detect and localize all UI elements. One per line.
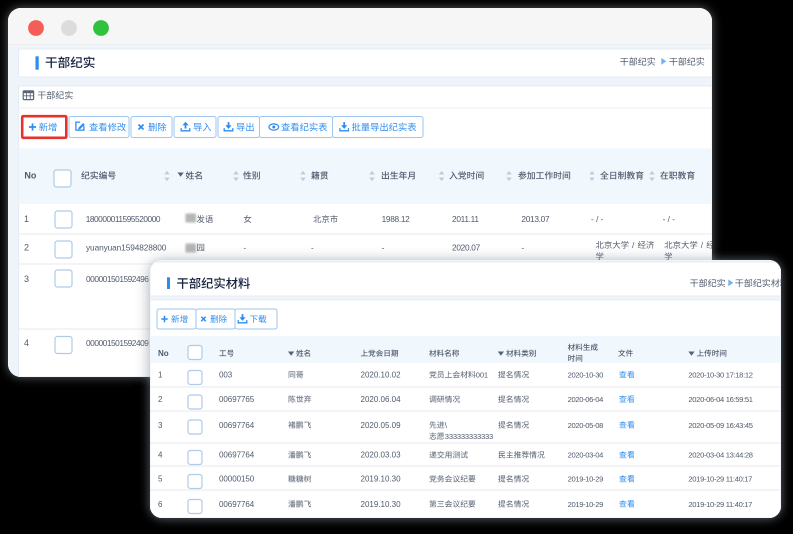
svg-text:2019-10-29 11:40:17: 2019-10-29 11:40:17 — [688, 475, 752, 484]
svg-text:- / -: - / - — [591, 214, 604, 224]
svg-text:2019-10-29: 2019-10-29 — [568, 475, 603, 484]
svg-text:4: 4 — [24, 338, 29, 348]
svg-text:No: No — [158, 349, 169, 358]
svg-text:1: 1 — [24, 214, 29, 224]
svg-text:- / -: - / - — [663, 214, 676, 224]
svg-text:2: 2 — [158, 395, 163, 404]
svg-text:2020-10-30 17:18:12: 2020-10-30 17:18:12 — [688, 371, 752, 380]
svg-text:2020.06.04: 2020.06.04 — [361, 395, 402, 404]
svg-text:000001501592496: 000001501592496 — [86, 274, 149, 284]
svg-text:-: - — [311, 243, 314, 253]
svg-text:2020.03.03: 2020.03.03 — [361, 451, 402, 460]
svg-text:2019.10.30: 2019.10.30 — [361, 475, 402, 484]
svg-text:2019-10-29 11:40:17: 2019-10-29 11:40:17 — [688, 500, 752, 509]
svg-text:00697764: 00697764 — [219, 451, 255, 460]
svg-text:2020-10-30: 2020-10-30 — [568, 371, 603, 380]
svg-text:2020-05-08: 2020-05-08 — [568, 421, 603, 430]
svg-text:yuanyuan1594828800: yuanyuan1594828800 — [86, 243, 167, 253]
svg-text:5: 5 — [158, 475, 163, 484]
svg-text:-: - — [243, 243, 246, 253]
svg-text:000001501592409: 000001501592409 — [86, 338, 149, 348]
svg-text:3: 3 — [158, 421, 163, 430]
svg-text:-: - — [521, 243, 524, 253]
svg-text:1988.12: 1988.12 — [382, 214, 411, 224]
svg-text:2020-05-09 16:43:45: 2020-05-09 16:43:45 — [688, 421, 752, 430]
svg-text:-: - — [382, 243, 385, 253]
svg-text:2: 2 — [24, 243, 29, 253]
svg-text:2020-03-04: 2020-03-04 — [568, 451, 603, 460]
svg-text:3: 3 — [24, 274, 29, 284]
svg-text:2019.10.30: 2019.10.30 — [361, 500, 402, 509]
svg-text:6: 6 — [158, 500, 163, 509]
svg-text:003: 003 — [219, 371, 233, 380]
svg-text:00697764: 00697764 — [219, 500, 255, 509]
svg-text:2013.07: 2013.07 — [521, 214, 550, 224]
svg-text:2020.07: 2020.07 — [452, 243, 481, 253]
svg-text:2019-10-29: 2019-10-29 — [568, 500, 603, 509]
svg-text:2020-03-04 13:44:28: 2020-03-04 13:44:28 — [688, 451, 752, 460]
svg-text:2020.10.02: 2020.10.02 — [361, 371, 402, 380]
svg-text:2020-06-04 16:59:51: 2020-06-04 16:59:51 — [688, 395, 752, 404]
svg-text:00000150: 00000150 — [219, 475, 255, 484]
svg-text:00697765: 00697765 — [219, 395, 255, 404]
svg-text:2011.11: 2011.11 — [452, 214, 479, 224]
svg-text:2020-06-04: 2020-06-04 — [568, 395, 603, 404]
svg-text:180000011595520000: 180000011595520000 — [86, 214, 161, 224]
svg-text:00697764: 00697764 — [219, 421, 255, 430]
svg-text:333333333333: 333333333333 — [445, 432, 493, 441]
svg-text:2020.05.09: 2020.05.09 — [361, 421, 402, 430]
svg-text:001: 001 — [476, 371, 488, 380]
svg-text:1: 1 — [158, 371, 163, 380]
svg-text:4: 4 — [158, 451, 163, 460]
svg-text:No: No — [24, 171, 36, 181]
